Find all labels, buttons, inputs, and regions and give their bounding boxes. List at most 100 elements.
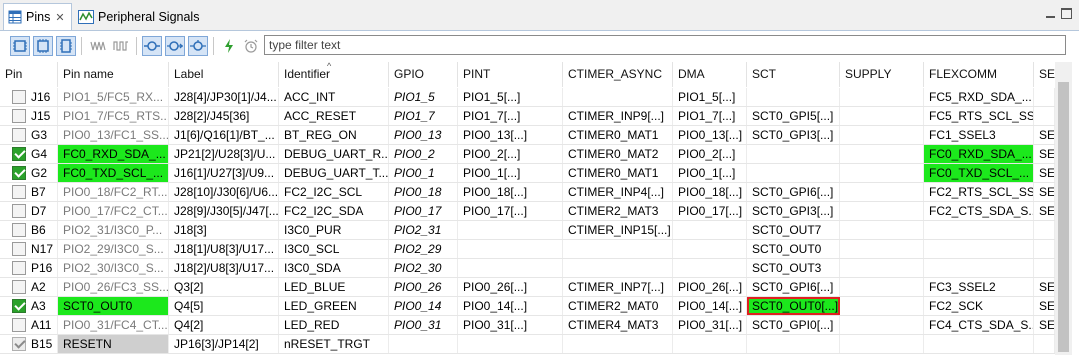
cell-supply[interactable] [840,240,924,258]
cell-flex[interactable]: FC1_SSEL3 [924,126,1034,144]
cell-name[interactable]: PIO0_31/FC4_CT... [58,316,169,334]
cell-ctimer[interactable]: CTIMER4_MAT3 [563,316,673,334]
cell-label[interactable]: J18[2]/U8[3]/U17... [169,259,279,277]
cell-dma[interactable]: PIO0_26[...] [673,278,747,296]
route-checkbox[interactable] [12,90,26,104]
cell-supply[interactable] [840,164,924,182]
cell-flex[interactable] [924,335,1034,353]
signal-bus-icon[interactable] [111,36,131,56]
cell-se[interactable] [1034,221,1055,239]
cell-gpio[interactable]: PIO2_30 [389,259,458,277]
cell-dma[interactable] [673,221,747,239]
cell-pint[interactable] [458,335,563,353]
cell-flex[interactable] [924,259,1034,277]
cell-dma[interactable]: PIO0_18[...] [673,183,747,201]
cell-gpio[interactable]: PIO2_31 [389,221,458,239]
table-row[interactable]: N17 PIO2_29/I3C0_S... J18[1]/U8[3]/U17... I… [0,240,1055,259]
cell-sct[interactable] [747,145,840,163]
cell-supply[interactable] [840,297,924,315]
cell-se[interactable]: SE [1034,278,1055,296]
cell-dma[interactable]: PIO0_14[...] [673,297,747,315]
table-row[interactable]: B7 PIO0_18/FC2_RT... J28[10]/J30[6]/U6... F… [0,183,1055,202]
cell-ctimer[interactable] [563,240,673,258]
cell-se[interactable]: SE [1034,297,1055,315]
cell-name[interactable]: PIO0_18/FC2_RT... [58,183,169,201]
cell-name[interactable]: PIO0_13/FC1_SS... [58,126,169,144]
cell-sct[interactable] [747,164,840,182]
cell-flex[interactable]: FC2_RTS_SCL_SS... [924,183,1034,201]
cell-supply[interactable] [840,183,924,201]
cell-dma[interactable] [673,335,747,353]
cell-pint[interactable]: PIO0_13[...] [458,126,563,144]
cell-ctimer[interactable]: CTIMER_INP7[...] [563,278,673,296]
cell-ctimer[interactable]: CTIMER0_MAT2 [563,145,673,163]
route-checkbox[interactable] [12,318,26,332]
cell-gpio[interactable]: PIO0_14 [389,297,458,315]
cell-label[interactable]: J18[3] [169,221,279,239]
cell-gpio[interactable]: PIO0_31 [389,316,458,334]
table-row[interactable]: D7 PIO0_17/FC2_CT... J28[9]/J30[5]/J47[...… [0,202,1055,221]
cell-label[interactable]: J28[10]/J30[6]/U6... [169,183,279,201]
cell-ctimer[interactable]: CTIMER_INP4[...] [563,183,673,201]
cell-dma[interactable]: PIO1_5[...] [673,88,747,106]
cell-flex[interactable] [924,240,1034,258]
cell-label[interactable]: J28[9]/J30[5]/J47[... [169,202,279,220]
table-row[interactable]: B6 PIO2_31/I3C0_P... J18[3] I3C0_PUR PIO2_31… [0,221,1055,240]
cell-sct[interactable] [747,335,840,353]
cell-se[interactable]: SE [1034,164,1055,182]
table-row[interactable]: P16 PIO2_30/I3C0_S... J18[2]/U8[3]/U17... I… [0,259,1055,278]
cell-supply[interactable] [840,126,924,144]
cell-gpio[interactable]: PIO0_26 [389,278,458,296]
cell-id[interactable]: ACC_RESET [279,107,389,125]
cell-id[interactable]: nRESET_TRGT [279,335,389,353]
route-checkbox[interactable] [12,166,26,180]
column-header-gpio[interactable]: GPIO [389,62,458,87]
cell-flex[interactable]: FC0_RXD_SDA_... [924,145,1034,163]
lightning-icon[interactable] [219,36,239,56]
cell-ctimer[interactable] [563,259,673,277]
cell-sct[interactable]: SCT0_GPI6[...] [747,183,840,201]
route-checkbox[interactable] [12,299,26,313]
cell-gpio[interactable]: PIO0_1 [389,164,458,182]
column-header-supply[interactable]: SUPPLY [840,62,924,87]
route-checkbox[interactable] [12,128,26,142]
cell-dma[interactable]: PIO0_31[...] [673,316,747,334]
cell-flex[interactable]: FC5_RXD_SDA_... [924,88,1034,106]
cell-name[interactable]: PIO2_29/I3C0_S... [58,240,169,258]
tab-peripheral-signals[interactable]: Peripheral Signals [74,3,200,30]
cell-flex[interactable]: FC2_SCK [924,297,1034,315]
route-checkbox[interactable] [12,204,26,218]
cell-se[interactable] [1034,240,1055,258]
show-pins-both-icon[interactable] [33,36,53,56]
table-row[interactable]: G3 PIO0_13/FC1_SS... J1[6]/Q16[1]/BT_... BT… [0,126,1055,145]
cell-pint[interactable]: PIO0_18[...] [458,183,563,201]
cell-ctimer[interactable]: CTIMER_INP9[...] [563,107,673,125]
cell-supply[interactable] [840,202,924,220]
cell-sct[interactable]: SCT0_GPI6[...] [747,278,840,296]
cell-name[interactable]: RESETN [58,335,169,353]
cell-id[interactable]: FC2_I2C_SCL [279,183,389,201]
column-header-sct[interactable]: SCT [747,62,840,87]
cell-dma[interactable]: PIO0_17[...] [673,202,747,220]
cell-pint[interactable]: PIO0_17[...] [458,202,563,220]
cell-name[interactable]: PIO2_31/I3C0_P... [58,221,169,239]
cell-supply[interactable] [840,107,924,125]
cell-id[interactable]: I3C0_SCL [279,240,389,258]
cell-se[interactable]: SE [1034,145,1055,163]
cell-supply[interactable] [840,278,924,296]
cell-gpio[interactable]: PIO1_5 [389,88,458,106]
cell-sct[interactable]: SCT0_OUT7 [747,221,840,239]
cell-ctimer[interactable]: CTIMER_INP15[...] [563,221,673,239]
signal-icon[interactable] [88,36,108,56]
table-row[interactable]: G4 FC0_RXD_SDA_... JP21[2]/U28[3]/U... DEBU… [0,145,1055,164]
cell-pint[interactable] [458,240,563,258]
table-row[interactable]: A3 SCT0_OUT0 Q4[5] LED_GREEN PIO0_14 PIO0_14[… [0,297,1055,316]
cell-flex[interactable]: FC5_RTS_SCL_SS... [924,107,1034,125]
cell-se[interactable] [1034,88,1055,106]
cell-flex[interactable]: FC0_TXD_SCL_... [924,164,1034,182]
cell-id[interactable]: FC2_I2C_SDA [279,202,389,220]
cell-id[interactable]: LED_BLUE [279,278,389,296]
cell-gpio[interactable]: PIO0_13 [389,126,458,144]
cell-pint[interactable]: PIO0_2[...] [458,145,563,163]
cell-pint[interactable]: PIO0_14[...] [458,297,563,315]
